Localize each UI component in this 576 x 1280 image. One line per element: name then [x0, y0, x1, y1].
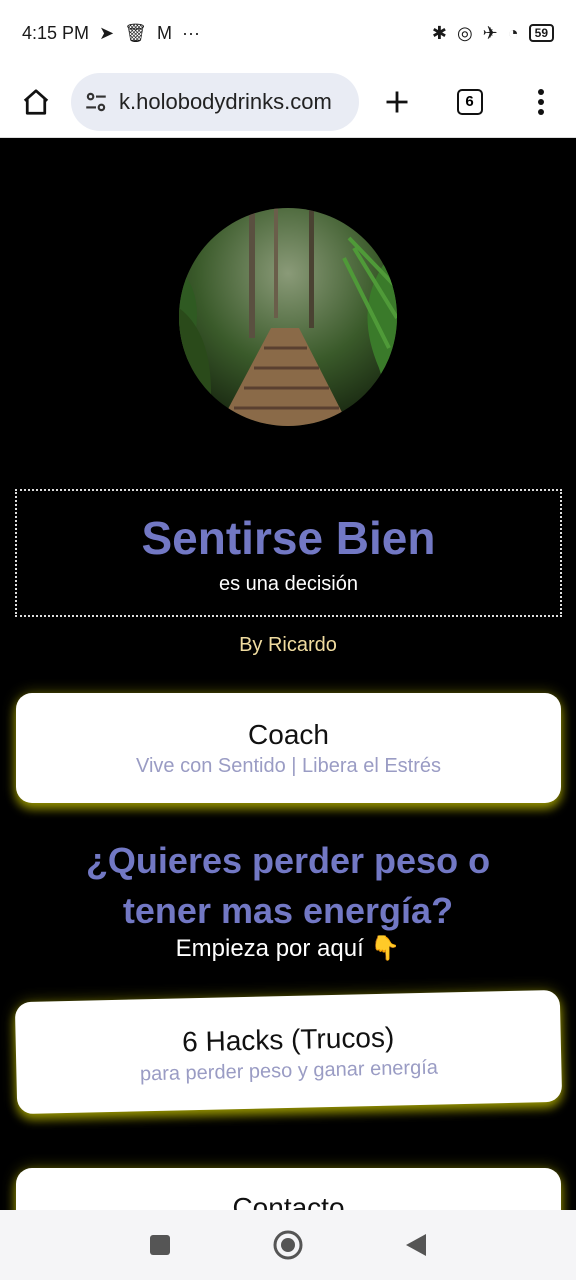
page-title: Sentirse Bien	[141, 512, 436, 564]
hero-title-box: Sentirse Bien es una decisión	[15, 489, 562, 617]
tab-switcher-button[interactable]: 6	[448, 80, 491, 124]
home-icon	[23, 88, 48, 115]
back-icon[interactable]	[404, 1232, 428, 1258]
headline: ¿Quieres perder peso o tener mas energía…	[0, 836, 576, 936]
airplane-icon: ✈	[482, 22, 498, 43]
contact-link-title: Contacto	[232, 1192, 345, 1210]
profile-image	[179, 208, 397, 426]
plus-icon	[386, 91, 407, 112]
wifi-icon: ◔	[507, 22, 519, 43]
headline-line-1: ¿Quieres perder peso o	[85, 840, 491, 881]
bluetooth-icon: ✱	[431, 22, 447, 43]
gmail-icon: M	[157, 22, 172, 43]
coach-link-subtitle: Vive con Sentido | Libera el Estrés	[136, 755, 441, 777]
status-left: 4:15 PM ➤ 🗑 M ···	[22, 23, 200, 44]
more-notifications-icon: ···	[182, 22, 200, 43]
status-right: ✱ ◎ ✈ ◔ 59	[432, 23, 554, 44]
home-button[interactable]	[14, 80, 57, 124]
status-time: 4:15 PM	[22, 22, 90, 43]
trash-icon: 🗑	[124, 22, 147, 43]
browser-toolbar: k.holobodydrinks.com 6	[0, 66, 576, 138]
hacks-link-button[interactable]: 6 Hacks (Trucos) para perder peso y gana…	[14, 989, 563, 1115]
author-byline: By Ricardo	[239, 634, 337, 656]
url-field[interactable]: k.holobodydrinks.com	[71, 72, 359, 131]
system-navigation-bar	[0, 1210, 576, 1280]
hotspot-icon: ◎	[456, 22, 473, 43]
new-tab-button[interactable]	[375, 80, 418, 124]
telegram-icon: ➤	[99, 22, 115, 43]
coach-link-button[interactable]: Coach Vive con Sentido | Libera el Estré…	[16, 693, 561, 803]
page-content: Sentirse Bien es una decisión By Ricardo…	[0, 138, 576, 1210]
headline-line-2: tener mas energía?	[122, 890, 454, 931]
home-nav-icon[interactable]	[272, 1229, 304, 1261]
browser-menu-button[interactable]	[519, 80, 562, 124]
url-text: k.holobodydrinks.com	[119, 88, 332, 114]
site-settings-icon[interactable]	[83, 89, 109, 115]
call-to-action-text: Empieza por aquí 👇	[175, 935, 401, 962]
page-subtitle: es una decisión	[219, 573, 358, 595]
coach-link-title: Coach	[248, 719, 329, 750]
contact-link-button[interactable]: Contacto	[16, 1168, 561, 1210]
more-vert-icon	[537, 88, 544, 115]
recents-icon[interactable]	[148, 1233, 172, 1257]
status-bar: 4:15 PM ➤ 🗑 M ··· ✱ ◎ ✈ ◔ 59	[0, 0, 576, 66]
tab-count: 6	[456, 88, 483, 115]
battery-indicator: 59	[528, 24, 554, 42]
